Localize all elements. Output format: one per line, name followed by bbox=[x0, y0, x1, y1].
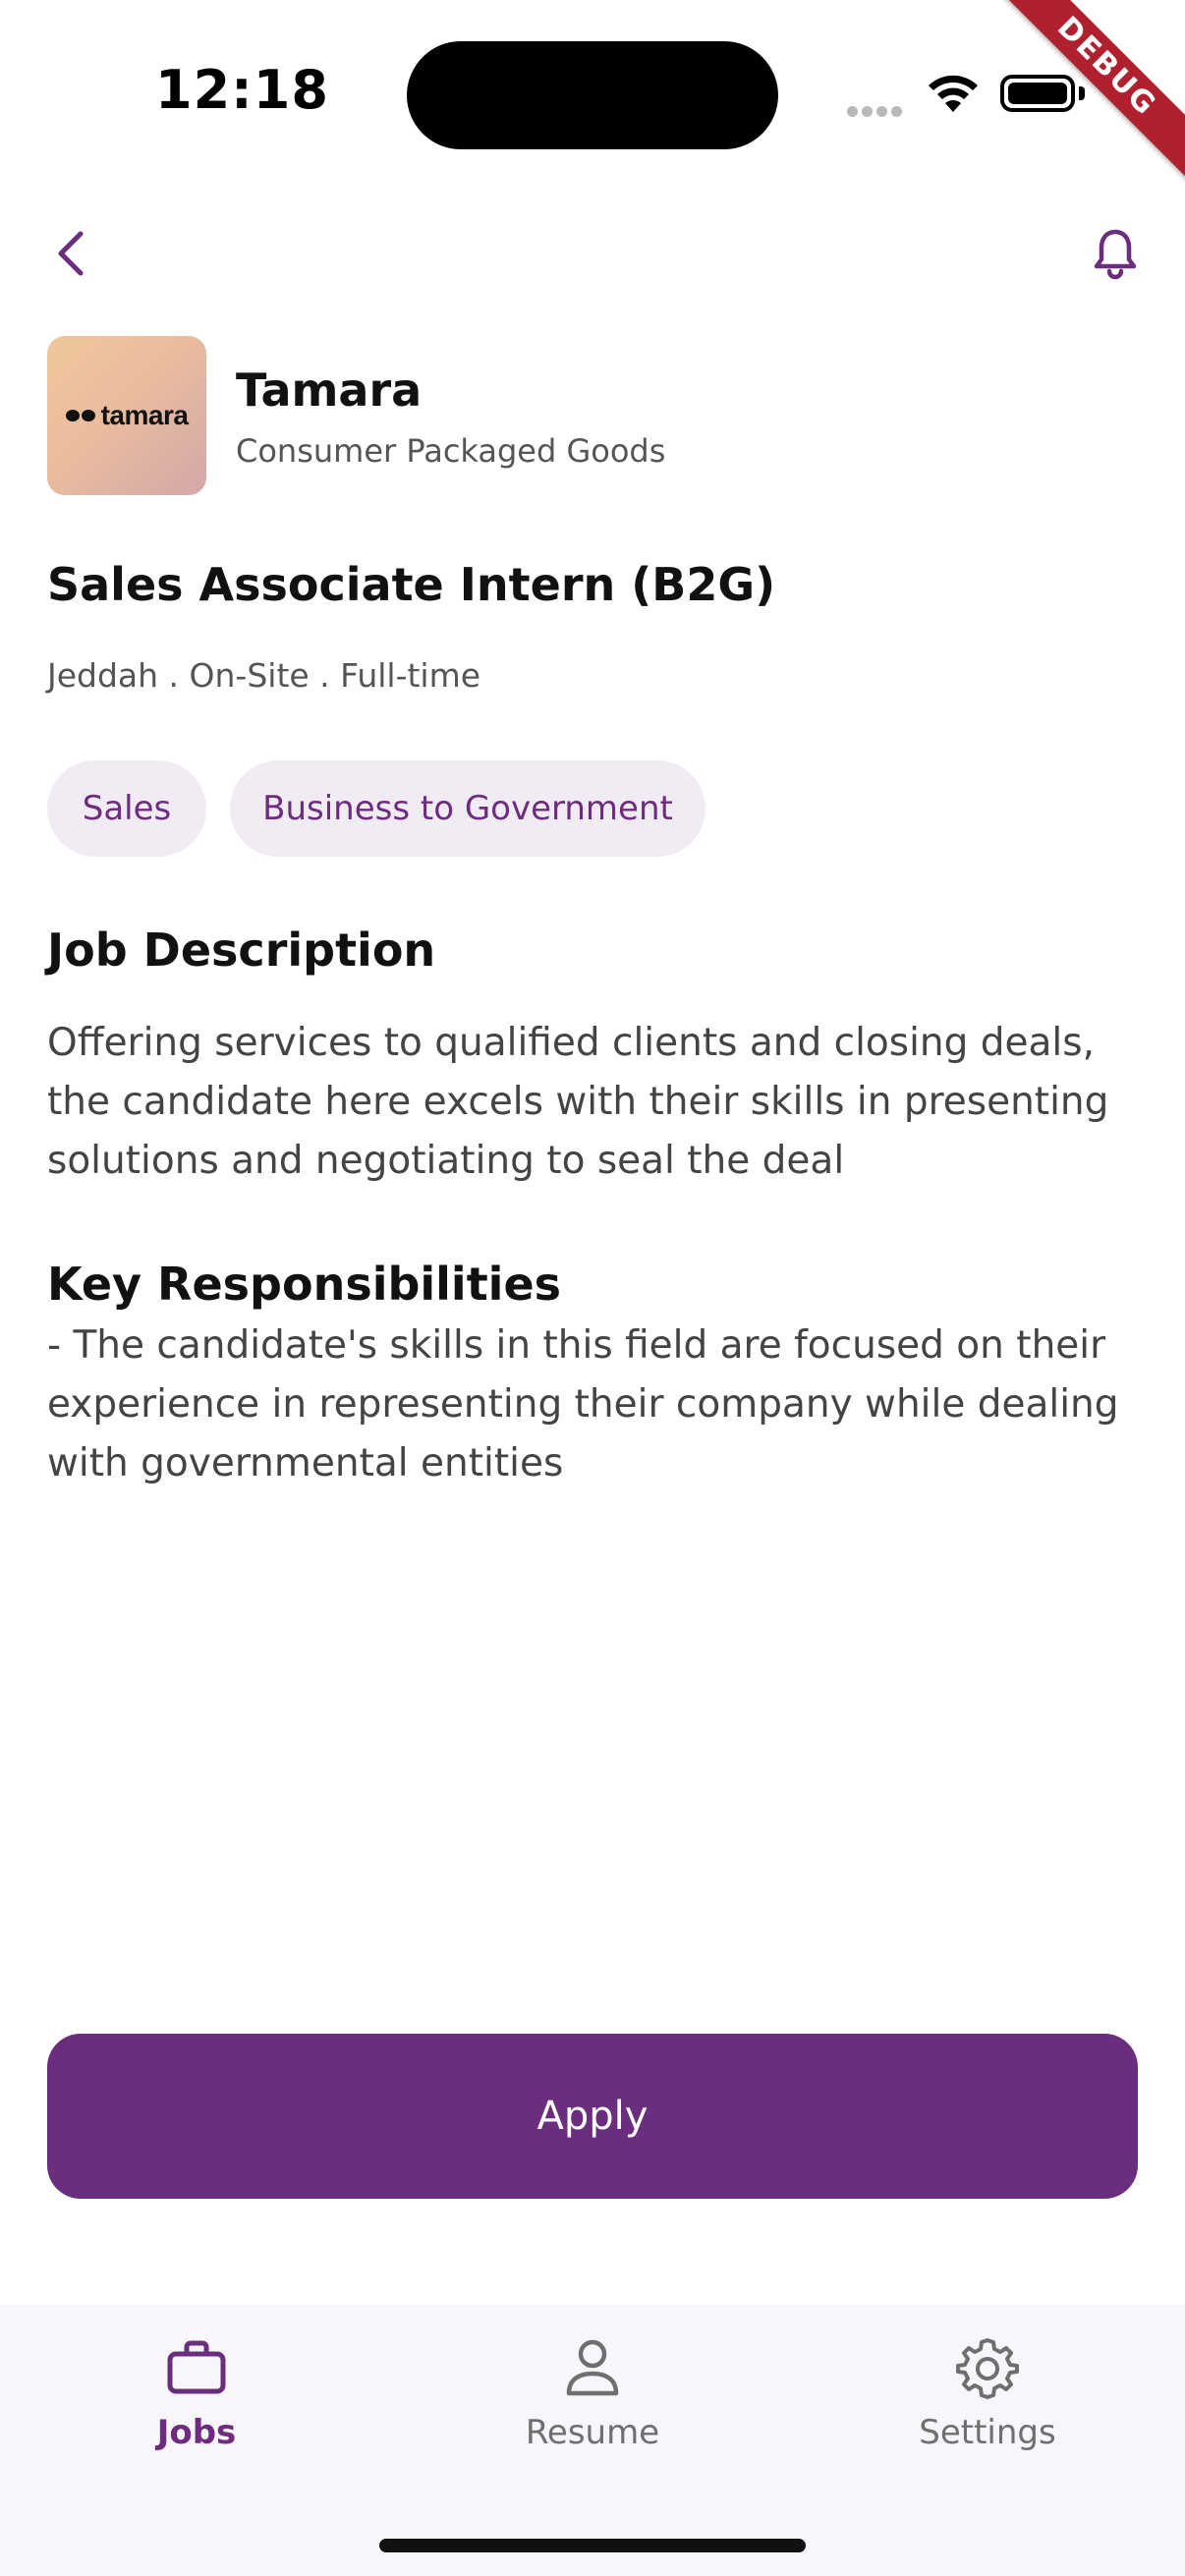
gear-icon bbox=[956, 2338, 1019, 2399]
logo-text: tamara bbox=[100, 400, 189, 430]
company-industry: Consumer Packaged Goods bbox=[236, 432, 666, 470]
wifi-icon bbox=[926, 73, 981, 114]
dynamic-island bbox=[407, 41, 778, 149]
bell-icon bbox=[1094, 229, 1137, 280]
company-name: Tamara bbox=[236, 364, 423, 417]
battery-icon bbox=[1000, 75, 1075, 112]
nav-label-jobs: Jobs bbox=[156, 2413, 237, 2452]
battery-cap bbox=[1079, 86, 1085, 100]
job-description-body: Offering services to qualified clients a… bbox=[47, 1021, 1109, 1183]
nav-label-resume: Resume bbox=[525, 2413, 660, 2452]
job-title: Sales Associate Intern (B2G) bbox=[47, 558, 776, 611]
nav-item-jobs[interactable]: Jobs bbox=[69, 2332, 324, 2470]
nav-item-settings[interactable]: Settings bbox=[860, 2332, 1115, 2470]
nav-label-settings: Settings bbox=[919, 2413, 1056, 2452]
key-responsibilities-body: - The candidate's skills in this field a… bbox=[47, 1323, 1119, 1485]
back-button[interactable] bbox=[47, 224, 94, 283]
notifications-button[interactable] bbox=[1089, 224, 1142, 283]
briefcase-icon bbox=[167, 2340, 226, 2394]
chevron-left-icon bbox=[58, 231, 84, 276]
logo-mark-icon bbox=[65, 410, 95, 421]
job-meta: Jeddah . On-Site . Full-time bbox=[47, 656, 481, 695]
person-icon bbox=[566, 2339, 619, 2396]
job-description-heading: Job Description bbox=[47, 924, 436, 977]
tag-sales: Sales bbox=[47, 760, 206, 857]
home-indicator bbox=[379, 2539, 806, 2552]
nav-item-resume[interactable]: Resume bbox=[465, 2332, 720, 2470]
key-responsibilities-heading: Key Responsibilities bbox=[47, 1258, 562, 1311]
status-time: 12:18 bbox=[155, 59, 329, 121]
tag-business-to-government: Business to Government bbox=[230, 760, 705, 857]
cellular-signal-icon bbox=[847, 102, 906, 117]
apply-button[interactable]: Apply bbox=[47, 2034, 1138, 2199]
company-logo: tamara bbox=[47, 336, 206, 495]
